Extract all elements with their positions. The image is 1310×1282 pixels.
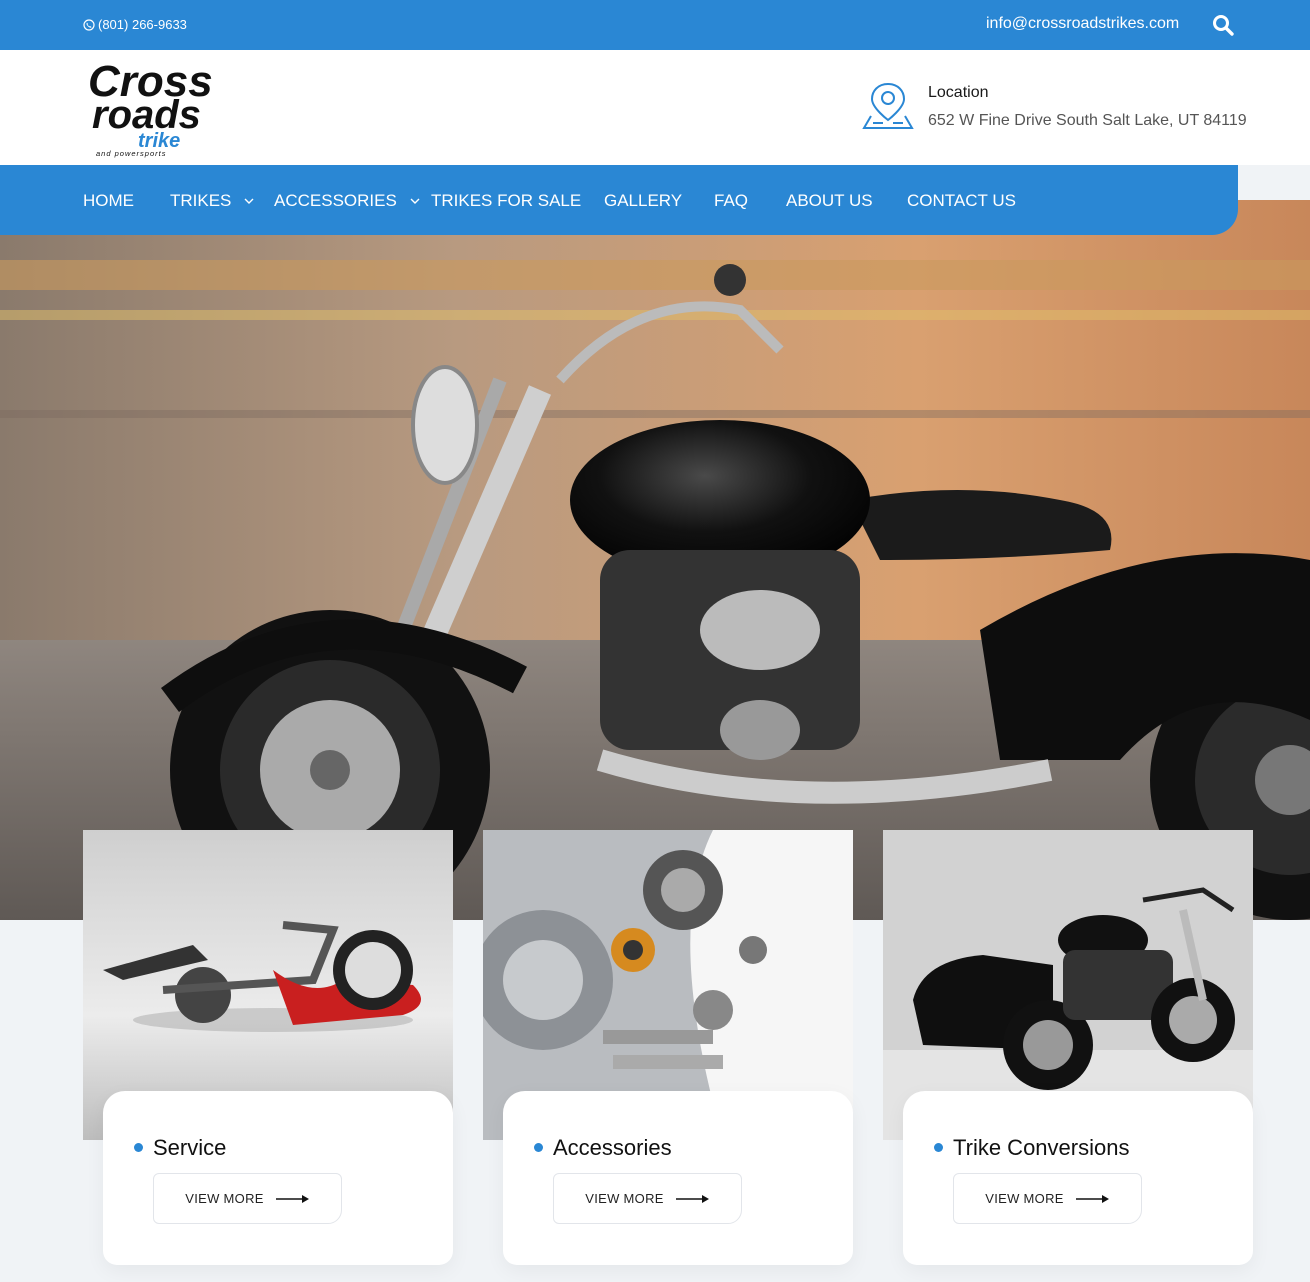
location-address: 652 W Fine Drive South Salt Lake, UT 841… (928, 112, 1247, 129)
nav-label: GALLERY (604, 191, 683, 210)
view-more-button[interactable]: VIEW MORE (953, 1173, 1142, 1224)
card-title: Service (153, 1135, 227, 1160)
trike-conversions-card: Trike Conversions VIEW MORE (883, 830, 1253, 1265)
arrow-right-icon (1075, 1194, 1109, 1203)
svg-text:and powersports: and powersports (96, 149, 166, 158)
nav-label: ACCESSORIES (274, 191, 397, 210)
site-header: Cross roads trike and powersports Locati… (0, 50, 1310, 165)
card-title: Trike Conversions (953, 1135, 1130, 1160)
nav-item-about-us[interactable]: ABOUT US (786, 191, 873, 211)
bullet-dot (534, 1143, 543, 1152)
location-label: Location (928, 84, 989, 101)
view-more-button[interactable]: VIEW MORE (153, 1173, 342, 1224)
service-panel: Service VIEW MORE (103, 1091, 453, 1265)
phone-number: (801) 266-9633 (98, 17, 187, 32)
button-label: VIEW MORE (585, 1191, 664, 1206)
bullet-dot (134, 1143, 143, 1152)
nav-item-trikes-for-sale[interactable]: TRIKES FOR SALE (431, 191, 581, 211)
button-label: VIEW MORE (185, 1191, 264, 1206)
nav-label: FAQ (714, 191, 749, 210)
main-nav: HOME TRIKES ACCESSORIES TRIKES FOR SALE … (0, 165, 1238, 235)
accessories-panel: Accessories VIEW MORE (503, 1091, 853, 1265)
email-link[interactable]: info@crossroadstrikes.com (986, 15, 1179, 33)
nav-label: ABOUT US (786, 191, 873, 210)
phone-link[interactable]: (801) 266-9633 (83, 17, 187, 32)
nav-item-gallery[interactable]: GALLERY (604, 191, 682, 211)
nav-item-contact-us[interactable]: CONTACT US (907, 191, 1016, 211)
site-logo[interactable]: Cross roads trike and powersports (86, 58, 256, 158)
button-label: VIEW MORE (985, 1191, 1064, 1206)
nav-item-accessories[interactable]: ACCESSORIES (274, 191, 421, 211)
nav-label: TRIKES (170, 191, 232, 210)
view-more-button[interactable]: VIEW MORE (553, 1173, 742, 1224)
arrow-right-icon (675, 1194, 709, 1203)
location-pin-icon (862, 82, 914, 129)
nav-item-faq[interactable]: FAQ (714, 191, 748, 211)
top-bar: (801) 266-9633 info@crossroadstrikes.com (0, 0, 1310, 50)
nav-label: HOME (83, 191, 134, 210)
nav-label: TRIKES FOR SALE (431, 191, 582, 210)
card-title: Accessories (553, 1135, 672, 1160)
nav-label: CONTACT US (907, 191, 1016, 210)
hero-image (0, 200, 1310, 920)
search-icon[interactable] (1211, 13, 1235, 37)
nav-item-home[interactable]: HOME (83, 191, 134, 211)
chevron-down-icon (244, 198, 254, 204)
accessories-card: Accessories VIEW MORE (483, 830, 853, 1265)
phone-icon (83, 18, 95, 31)
arrow-right-icon (275, 1194, 309, 1203)
chevron-down-icon (410, 198, 420, 204)
service-card: Service VIEW MORE (83, 830, 453, 1265)
bullet-dot (934, 1143, 943, 1152)
nav-item-trikes[interactable]: TRIKES (170, 191, 255, 211)
trike-conversions-panel: Trike Conversions VIEW MORE (903, 1091, 1253, 1265)
